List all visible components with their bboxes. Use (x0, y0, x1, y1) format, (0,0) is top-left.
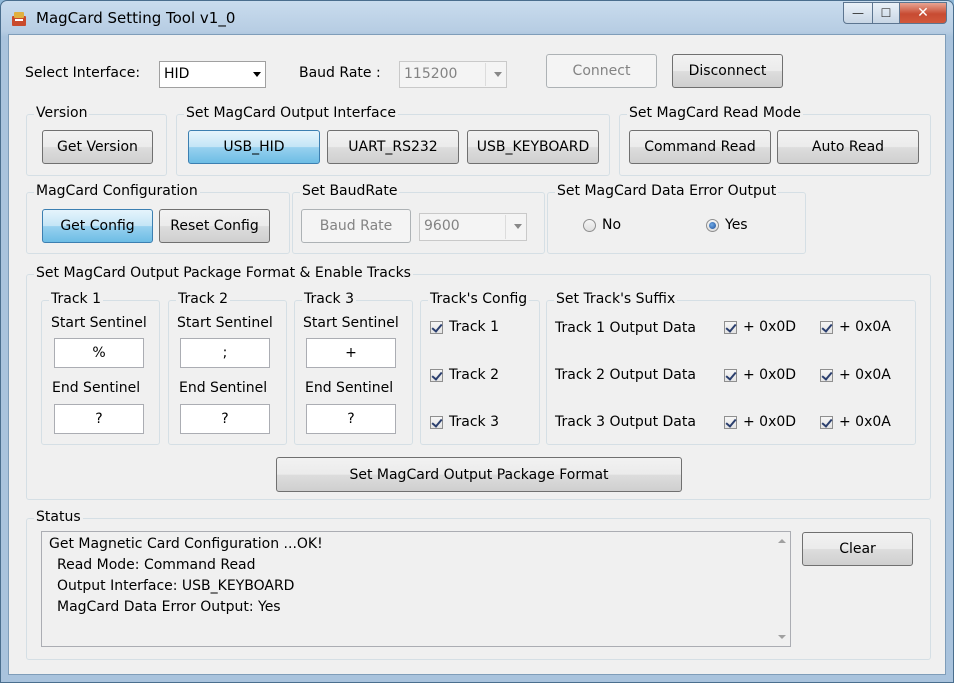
close-button[interactable]: ✕ (900, 2, 947, 24)
select-interface-label: Select Interface: (25, 65, 141, 81)
track-3-title: Track 3 (302, 291, 356, 307)
maximize-icon: ☐ (880, 6, 892, 20)
track-2-title: Track 2 (176, 291, 230, 307)
track-2-end-input[interactable]: ? (180, 404, 270, 434)
track-2-suffix-label: Track 2 Output Data (555, 367, 696, 383)
track-1-end-label: End Sentinel (52, 380, 141, 396)
track-2-cr-label: + 0x0D (743, 367, 797, 383)
title-bar[interactable]: MagCard Setting Tool v1_0 — ☐ ✕ (1, 1, 953, 35)
track-2-lf-label: + 0x0A (839, 367, 891, 383)
scroll-up-icon[interactable] (778, 539, 786, 543)
command-read-button[interactable]: Command Read (629, 130, 771, 164)
track-1-cr-checkbox[interactable] (724, 321, 737, 334)
track-1-suffix-label: Track 1 Output Data (555, 320, 696, 336)
chevron-down-icon (514, 224, 522, 229)
track-3-enable-label: Track 3 (449, 414, 499, 430)
track-3-lf-checkbox[interactable] (820, 416, 833, 429)
usb-hid-button[interactable]: USB_HID (188, 130, 320, 164)
track-3-cr-label: + 0x0D (743, 414, 797, 430)
output-interface-title: Set MagCard Output Interface (184, 105, 398, 121)
baud-rate-select[interactable]: 115200 (399, 61, 507, 88)
track-1-enable-checkbox[interactable] (430, 321, 443, 334)
track-3-start-label: Start Sentinel (303, 315, 399, 331)
error-output-yes-radio[interactable] (706, 219, 719, 232)
track-1-enable-label: Track 1 (449, 319, 499, 335)
track-3-end-label: End Sentinel (305, 380, 394, 396)
chevron-down-icon (253, 72, 261, 77)
error-output-yes-label: Yes (725, 217, 748, 233)
track-2-cr-checkbox[interactable] (724, 369, 737, 382)
version-title: Version (34, 105, 90, 121)
track-2-start-input[interactable]: ; (180, 338, 270, 368)
track-3-start-input[interactable]: + (306, 338, 396, 368)
maximize-button[interactable]: ☐ (873, 2, 900, 24)
uart-rs232-button[interactable]: UART_RS232 (327, 130, 459, 164)
baudrate-title: Set BaudRate (300, 183, 400, 199)
app-icon (12, 12, 26, 26)
error-output-title: Set MagCard Data Error Output (555, 183, 779, 199)
baudrate-select[interactable]: 9600 (419, 213, 527, 241)
close-icon: ✕ (917, 5, 929, 21)
track-1-start-label: Start Sentinel (51, 315, 147, 331)
disconnect-button[interactable]: Disconnect (672, 54, 783, 88)
interface-value: HID (164, 66, 190, 82)
track-2-lf-checkbox[interactable] (820, 369, 833, 382)
baud-rate-label: Baud Rate : (299, 65, 381, 81)
interface-select[interactable]: HID (159, 61, 266, 88)
track-1-lf-label: + 0x0A (839, 319, 891, 335)
track-1-cr-label: + 0x0D (743, 319, 797, 335)
minimize-icon: — (852, 6, 864, 20)
error-output-no-radio[interactable] (583, 219, 596, 232)
track-2-start-label: Start Sentinel (177, 315, 273, 331)
get-config-button[interactable]: Get Config (42, 209, 153, 243)
track-1-lf-checkbox[interactable] (820, 321, 833, 334)
status-scrollbar[interactable] (773, 532, 790, 646)
set-package-format-button[interactable]: Set MagCard Output Package Format (276, 457, 682, 492)
reset-config-button[interactable]: Reset Config (159, 209, 270, 243)
status-line: Output Interface: USB_KEYBOARD (57, 578, 295, 594)
track-3-lf-label: + 0x0A (839, 414, 891, 430)
track-3-cr-checkbox[interactable] (724, 416, 737, 429)
get-version-button[interactable]: Get Version (42, 130, 153, 164)
status-line: MagCard Data Error Output: Yes (57, 599, 281, 615)
chevron-down-icon (494, 72, 502, 77)
track-3-end-input[interactable]: ? (306, 404, 396, 434)
track-3-suffix-label: Track 3 Output Data (555, 414, 696, 430)
status-line: Get Magnetic Card Configuration ...OK! (49, 536, 323, 552)
track-1-title: Track 1 (49, 291, 103, 307)
track-2-enable-label: Track 2 (449, 367, 499, 383)
status-title: Status (34, 509, 83, 525)
track-config-title: Track's Config (428, 291, 530, 307)
baud-rate-value: 115200 (404, 66, 458, 82)
track-2-end-label: End Sentinel (179, 380, 268, 396)
error-output-no-label: No (602, 217, 622, 233)
baudrate-value: 9600 (424, 218, 460, 234)
read-mode-title: Set MagCard Read Mode (627, 105, 803, 121)
track-3-enable-checkbox[interactable] (430, 416, 443, 429)
package-format-title: Set MagCard Output Package Format & Enab… (34, 265, 413, 281)
track-1-end-input[interactable]: ? (54, 404, 144, 434)
minimize-button[interactable]: — (843, 2, 873, 24)
clear-button[interactable]: Clear (802, 532, 913, 566)
status-line: Read Mode: Command Read (57, 557, 256, 573)
status-log[interactable]: Get Magnetic Card Configuration ...OK! R… (41, 531, 791, 647)
track-suffix-title: Set Track's Suffix (554, 291, 678, 307)
window-title: MagCard Setting Tool v1_0 (36, 9, 236, 27)
scroll-down-icon[interactable] (778, 635, 786, 639)
baud-rate-button[interactable]: Baud Rate (301, 209, 411, 243)
track-2-enable-checkbox[interactable] (430, 369, 443, 382)
track-1-start-input[interactable]: % (54, 338, 144, 368)
configuration-title: MagCard Configuration (34, 183, 200, 199)
auto-read-button[interactable]: Auto Read (777, 130, 919, 164)
connect-button[interactable]: Connect (546, 54, 657, 88)
client-area: Select Interface: HID Baud Rate : 115200… (8, 34, 946, 675)
usb-keyboard-button[interactable]: USB_KEYBOARD (467, 130, 599, 164)
